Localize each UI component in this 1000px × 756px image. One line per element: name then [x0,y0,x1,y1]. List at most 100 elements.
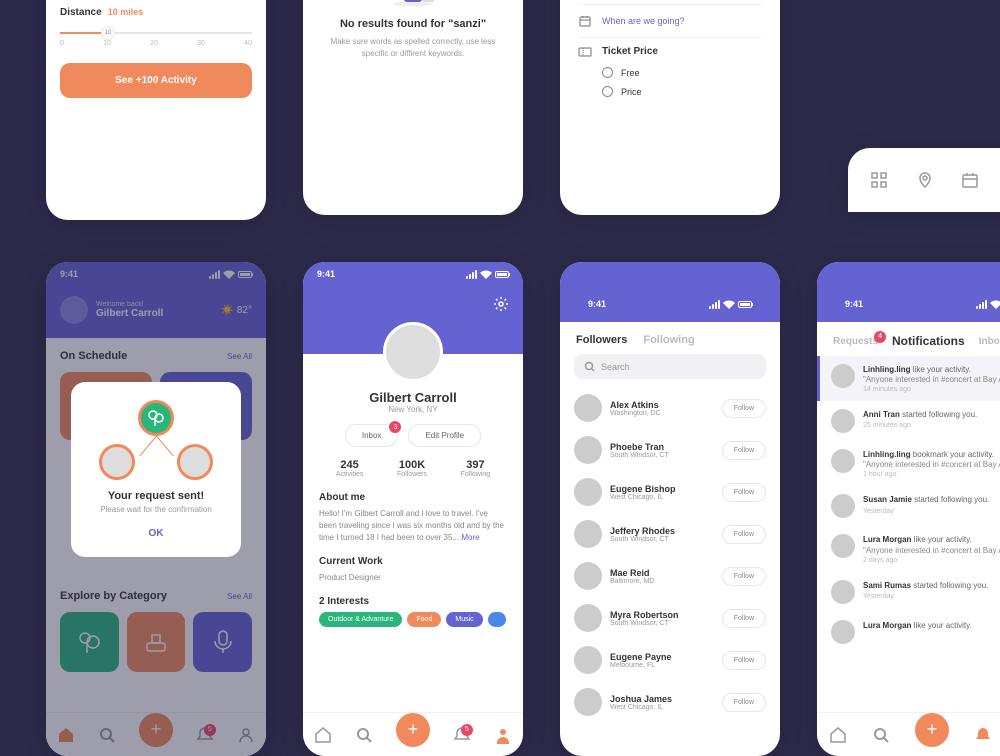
follow-button[interactable]: Follow [722,399,766,418]
avatar [574,688,602,716]
follower-name: Phoebe Tran [610,442,714,452]
noresults-illustration [321,0,505,6]
follower-item[interactable]: Mae ReidBaltimore, MDFollow [574,555,766,597]
when-row[interactable]: When are we going? [578,5,762,38]
calendar-icon[interactable] [962,172,978,188]
home-icon[interactable] [829,726,847,744]
follower-name: Eugene Bishop [610,484,714,494]
follower-item[interactable]: Phoebe TranSouth Windsor, CT Follow [574,429,766,471]
work-text: Product Designer [319,572,507,584]
notif-item[interactable]: Linhling.ling bookmark your activity."An… [817,441,1000,486]
search-input[interactable]: Search [574,354,766,379]
back-icon[interactable]: ← [574,316,588,332]
distance-label: Distance10 miles [60,7,252,18]
follower-location: South Windsor, CT [610,620,714,627]
gear-icon[interactable] [493,296,509,312]
follow-button[interactable]: Follow [722,567,766,586]
more-link[interactable]: More [461,533,479,542]
tag-food[interactable]: Food [407,612,441,627]
inbox-button[interactable]: Inbox3 [345,424,399,447]
add-button[interactable]: + [396,713,430,747]
when-text: When are we going? [602,16,762,26]
profile-stats: 245Activities 100KFollowers 397Following [319,459,507,478]
avatar [831,534,855,558]
follower-item[interactable]: Joshua JamesWest Chicago, ILFollow [574,681,766,723]
notif-item[interactable]: Linhling.ling like your activity."Anyone… [817,356,1000,401]
follow-button[interactable]: Follow [722,651,766,670]
follow-button[interactable]: Follow [722,693,766,712]
avatar [574,436,602,464]
bell-icon[interactable]: 5 [453,726,471,744]
follower-location: West Chicago, IL [610,494,714,501]
pin-icon[interactable] [918,172,932,188]
ok-button[interactable]: OK [85,528,227,539]
follow-button[interactable]: Follow [722,441,766,460]
nav-strip [848,148,1000,212]
follower-item[interactable]: Alex AtkinsWashington, DCFollow [574,387,766,429]
stat-followers[interactable]: 100KFollowers [397,459,427,478]
follower-item[interactable]: Eugene BishopWest Chicago, IL Follow [574,471,766,513]
avatar [99,444,135,480]
notif-item[interactable]: Anni Tran started following you.25 minut… [817,401,1000,441]
grid-icon[interactable] [871,172,887,188]
notif-item[interactable]: Susan Jamie started following you.Yester… [817,486,1000,526]
notif-item[interactable]: Lura Morgan like your activity."Anyone i… [817,526,1000,571]
notif-time: Yesterday [863,593,988,600]
radio-free[interactable]: Free [578,63,762,82]
notif-item[interactable]: Lura Morgan like your activity. [817,612,1000,652]
slider-ticks: 010203040 [60,40,252,47]
bottom-nav: + 5 [303,712,523,756]
edit-profile-button[interactable]: Edit Profile [408,424,481,447]
calendar-icon [578,15,592,27]
ticket-icon [578,47,592,57]
distance-slider[interactable]: 10 [60,32,252,34]
home-icon[interactable] [314,726,332,744]
avatar [574,604,602,632]
add-button[interactable]: + [915,713,949,747]
tab-notifications[interactable]: Notifications [892,334,965,348]
avatar [574,646,602,674]
avatar [831,620,855,644]
radio-price[interactable]: Price [578,82,762,101]
profile-avatar[interactable] [383,322,443,382]
tab-following[interactable]: Following [643,334,694,346]
follow-button[interactable]: Follow [722,525,766,544]
search-icon[interactable] [355,726,373,744]
see-activity-button[interactable]: See +100 Activity [60,63,252,98]
tab-inbox[interactable]: Inbox2 [979,336,1000,347]
avatar [574,520,602,548]
search-icon[interactable] [872,726,890,744]
follower-item[interactable]: Myra RobertsonSouth Windsor, CTFollow [574,597,766,639]
notif-item[interactable]: Sami Rumas started following you.Yesterd… [817,572,1000,612]
back-icon[interactable]: ← [831,316,845,332]
notif-quote: "Anyone interested in #concert at Bay Ar… [863,546,1000,555]
profile-location: New York, NY [319,405,507,414]
avatar [831,449,855,473]
notif-time: Yesterday [863,508,989,515]
stat-activities[interactable]: 245Activities [336,459,364,478]
follower-location: South Windsor, CT [610,452,714,459]
follow-button[interactable]: Follow [722,609,766,628]
notif-text: Lura Morgan like your activity. [863,620,972,631]
tab-requests[interactable]: Requests4 [833,336,878,347]
follower-item[interactable]: Jeffery RhodesSouth Windsor, CTFollow [574,513,766,555]
tab-followers[interactable]: Followers [576,334,627,346]
tree-icon [138,400,174,436]
stat-following[interactable]: 397Following [461,459,491,478]
tag-more[interactable] [488,612,506,627]
notif-time: 2 days ago [863,557,1000,564]
follower-item[interactable]: Eugene PayneMelbourne, FLFollow [574,639,766,681]
event-form-screen: Where are we going? › When are we going?… [560,0,780,215]
notif-time: 1 hour ago [863,471,1000,478]
tag-outdoor[interactable]: Outdoor & Advanture [319,612,402,627]
profile-screen: 9:41 Gilbert Carroll New York, NY Inbox3… [303,262,523,756]
notif-time: 25 minutes ago [863,422,977,429]
bell-icon[interactable] [974,726,992,744]
slider-knob[interactable]: 10 [101,26,115,40]
follow-button[interactable]: Follow [722,483,766,502]
tag-music[interactable]: Music [446,612,482,627]
distance-value: 10 miles [108,7,144,17]
modal-overlay[interactable]: Your request sent! Please wait for the c… [46,262,266,756]
notif-quote: "Anyone interested in #concert at Bay Ar… [863,460,1000,469]
user-icon[interactable] [494,726,512,744]
